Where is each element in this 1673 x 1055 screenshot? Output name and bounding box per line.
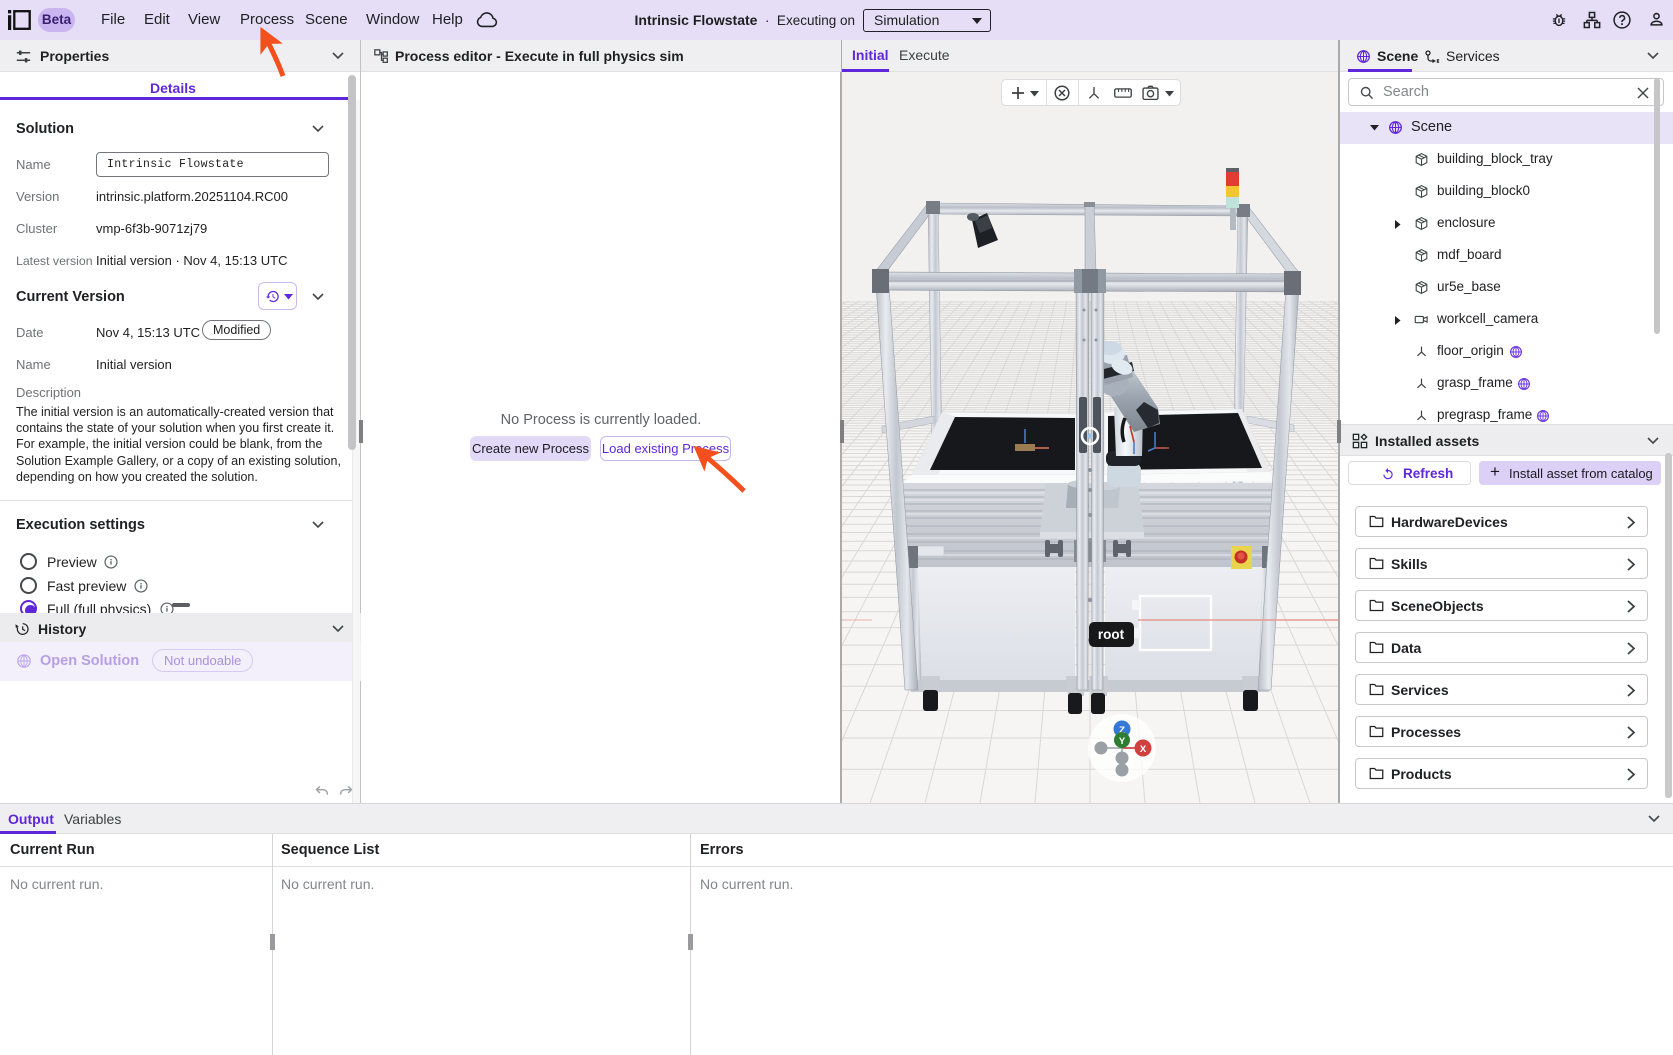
svg-text:root: root <box>1098 627 1125 642</box>
svg-text:X: X <box>1140 744 1147 755</box>
svg-text:Y: Y <box>1119 736 1126 747</box>
